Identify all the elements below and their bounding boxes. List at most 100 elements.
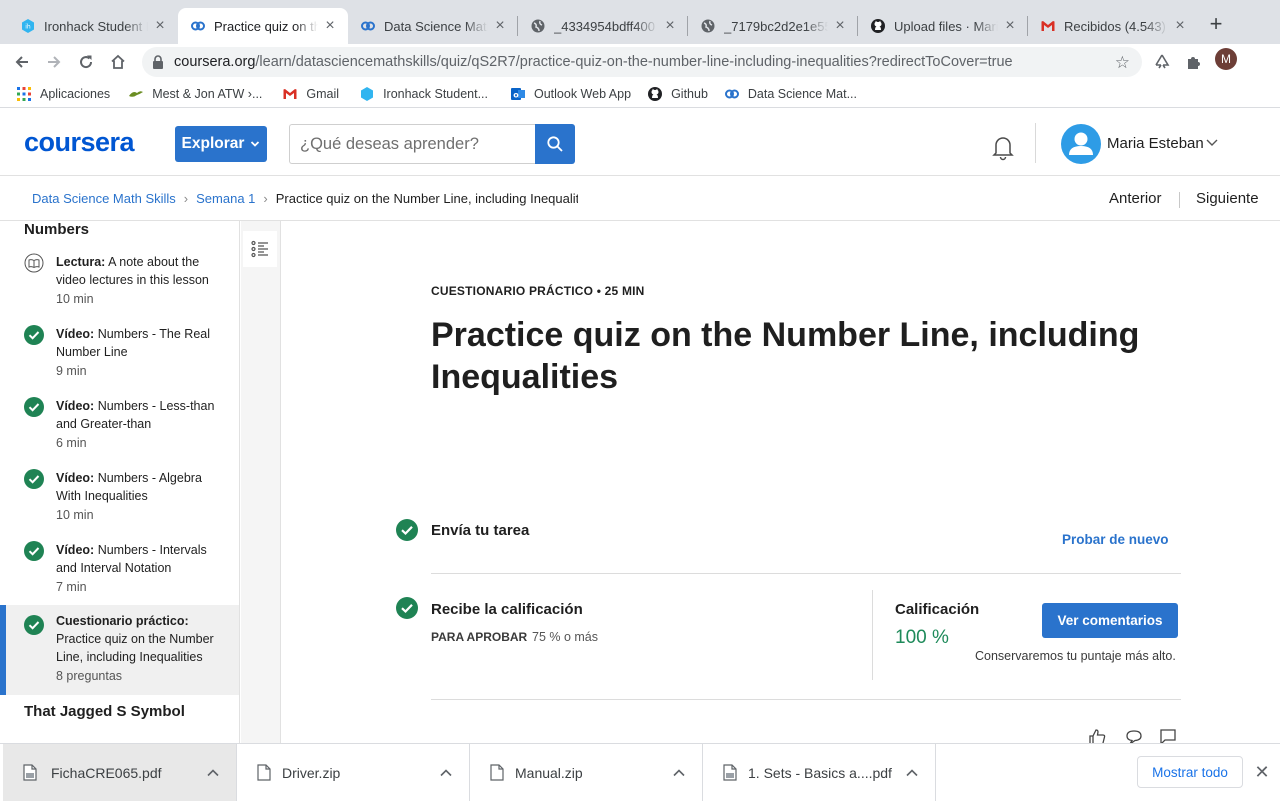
list-icon [251, 240, 268, 258]
search-icon [547, 136, 563, 152]
highest-score-note: Conservaremos tu puntaje más alto. [975, 649, 1176, 663]
download-item[interactable]: Manual.zip [470, 744, 703, 801]
close-icon[interactable]: × [322, 18, 338, 34]
bookmark-label: Mest & Jon ATW ›... [152, 86, 263, 101]
home-button[interactable] [104, 48, 132, 76]
grade-value: 100 % [895, 627, 949, 648]
chevron-up-icon[interactable] [905, 766, 919, 780]
download-item[interactable]: 1. Sets - Basics a....pdf [703, 744, 936, 801]
close-icon[interactable]: × [152, 18, 168, 34]
tab-title: Upload files · Maria [894, 18, 998, 34]
bookmark-item[interactable]: Aplicaciones [16, 86, 110, 102]
browser-tab[interactable]: _4334954bdff400 × [518, 8, 688, 44]
download-filename: Driver.zip [282, 765, 341, 781]
outline-toggle-button[interactable] [243, 231, 277, 267]
arrow-right-icon [48, 56, 61, 68]
chevron-up-icon[interactable] [206, 766, 220, 780]
chevron-up-icon[interactable] [672, 766, 686, 780]
download-bar: FichaCRE065.pdf Driver.zip Manual.zip 1.… [0, 743, 1280, 801]
svg-text:o: o [513, 90, 519, 99]
bookmark-label: Ironhack Student... [383, 86, 488, 101]
close-icon[interactable]: ✕ [1254, 763, 1270, 781]
browser-tab[interactable]: _7179bc2d2e1e55 × [688, 8, 858, 44]
sidebar-item-video[interactable]: Vídeo: Numbers - Intervals and Interval … [0, 541, 239, 605]
forward-button[interactable] [40, 48, 68, 76]
explore-button[interactable]: Explorar [175, 126, 267, 162]
chevron-up-icon[interactable] [439, 766, 453, 780]
check-circle-icon [396, 597, 418, 619]
browser-tab-active[interactable]: Practice quiz on the Number Line × [178, 8, 348, 44]
flag-icon[interactable] [1158, 727, 1178, 743]
browser-tab[interactable]: ih Ironhack Student Portal × [8, 8, 178, 44]
back-button[interactable] [8, 48, 36, 76]
check-circle-icon [24, 397, 44, 417]
view-feedback-button[interactable]: Ver comentarios [1042, 603, 1178, 638]
bookmark-item[interactable]: Gmail [282, 86, 339, 102]
breadcrumb-course[interactable]: Data Science Math Skills [32, 191, 176, 206]
pass-threshold-label: PARA APROBAR [431, 630, 528, 644]
tab-title: _4334954bdff400 [554, 18, 655, 34]
file-icon [23, 764, 37, 781]
user-name[interactable]: Maria Esteban [1107, 135, 1204, 152]
extensions-button[interactable] [1180, 48, 1208, 76]
bookmark-item[interactable]: Ironhack Student... [359, 86, 488, 102]
tab-title: Recibidos (4.543) [1064, 18, 1166, 34]
sidebar-item-video[interactable]: Vídeo: Numbers - The Real Number Line 9 … [0, 325, 239, 389]
previous-button[interactable]: Anterior [1109, 190, 1162, 207]
sidebar-item-reading[interactable]: Lectura: A note about the video lectures… [0, 253, 239, 317]
breadcrumb-week[interactable]: Semana 1 [196, 191, 255, 206]
book-icon [24, 253, 44, 273]
next-button[interactable]: Siguiente [1196, 190, 1259, 207]
close-icon[interactable]: × [1002, 18, 1018, 34]
coursera-icon [724, 86, 740, 102]
check-circle-icon [24, 541, 44, 561]
gmail-icon [1040, 18, 1056, 34]
bookmark-item[interactable]: Github [647, 86, 708, 102]
bookmark-item[interactable]: Mest & Jon ATW ›... [128, 86, 262, 102]
outlook-icon: o [510, 86, 526, 102]
lock-icon [152, 55, 166, 69]
browser-tab[interactable]: Upload files · Maria × [858, 8, 1028, 44]
sidebar-item-video[interactable]: Vídeo: Numbers - Less-than and Greater-t… [0, 397, 239, 461]
reload-button[interactable] [72, 48, 100, 76]
ironhack-icon: ih [20, 18, 36, 34]
search-input[interactable] [289, 124, 535, 164]
page-title: Practice quiz on the Number Line, includ… [431, 316, 1140, 396]
ironhack-icon [359, 86, 375, 102]
home-icon [111, 54, 125, 69]
address-bar[interactable]: coursera.org/learn/datasciencemathskills… [142, 47, 1142, 77]
search-button[interactable] [535, 124, 575, 164]
thumbs-down-icon[interactable] [1124, 727, 1144, 743]
check-circle-icon [24, 469, 44, 489]
item-title: Vídeo: Numbers - Intervals and Interval … [56, 543, 207, 575]
bell-icon[interactable] [989, 133, 1017, 161]
section-title: Numbers [24, 221, 90, 238]
coursera-logo[interactable]: coursera [24, 127, 135, 158]
extension-recycle-button[interactable] [1148, 48, 1176, 76]
retry-button[interactable]: Probar de nuevo [1062, 532, 1169, 547]
thumbs-up-icon[interactable] [1087, 727, 1107, 743]
download-item[interactable]: Driver.zip [237, 744, 470, 801]
sidebar-item-video[interactable]: Vídeo: Numbers - Algebra With Inequaliti… [0, 469, 239, 533]
bookmark-item[interactable]: Data Science Mat... [724, 86, 857, 102]
profile-avatar[interactable]: M [1215, 48, 1237, 70]
avatar[interactable] [1061, 124, 1101, 164]
close-icon[interactable]: × [662, 18, 678, 34]
github-icon [647, 86, 663, 102]
show-all-downloads-button[interactable]: Mostrar todo [1137, 756, 1243, 788]
file-icon [257, 764, 271, 781]
browser-tab[interactable]: Recibidos (4.543) × [1028, 8, 1198, 44]
item-title: Cuestionario práctico: Practice quiz on … [56, 614, 214, 664]
bookmark-item[interactable]: o Outlook Web App [510, 86, 631, 102]
sidebar-item-quiz-active[interactable]: Cuestionario práctico: Practice quiz on … [0, 605, 239, 695]
item-title: Vídeo: Numbers - Less-than and Greater-t… [56, 399, 215, 431]
check-circle-icon [396, 519, 418, 541]
close-icon[interactable]: × [492, 18, 508, 34]
new-tab-button[interactable]: + [1204, 13, 1228, 37]
browser-tab[interactable]: Data Science Math Skills × [348, 8, 518, 44]
close-icon[interactable]: × [1172, 18, 1188, 34]
star-icon[interactable]: ☆ [1115, 53, 1130, 73]
close-icon[interactable]: × [832, 18, 848, 34]
chevron-down-icon[interactable] [1205, 135, 1219, 149]
download-item[interactable]: FichaCRE065.pdf [3, 744, 237, 801]
